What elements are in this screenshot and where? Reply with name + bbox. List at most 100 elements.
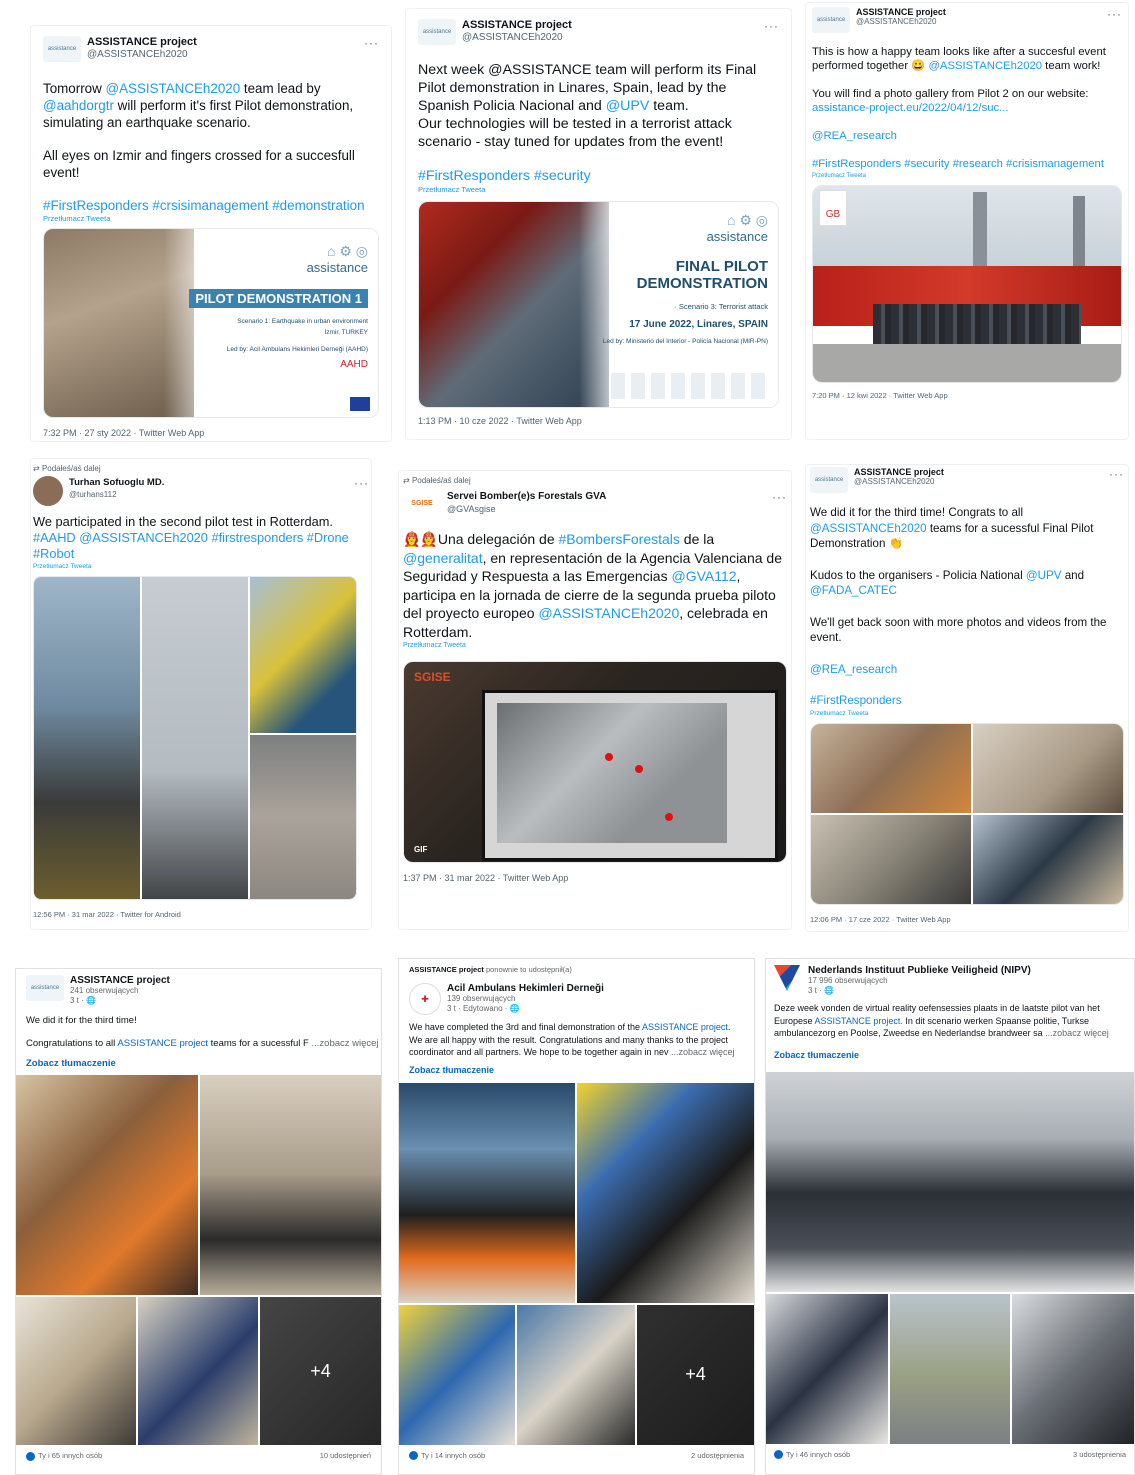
reactions-count[interactable]: Ty i 14 innych osób — [409, 1451, 485, 1461]
gif-badge[interactable]: GIF — [414, 845, 427, 854]
author-name[interactable]: ASSISTANCE project — [854, 467, 944, 477]
more-options-icon[interactable]: ··· — [1107, 7, 1122, 21]
author-name[interactable]: ASSISTANCE project — [856, 7, 946, 17]
mention[interactable]: @ASSISTANCEh2020 — [810, 522, 927, 535]
see-more-link[interactable]: ...zobacz więcej — [1043, 1028, 1109, 1038]
project-link[interactable]: ASSISTANCE project. — [815, 1016, 903, 1026]
tweet-image[interactable]: ⌂ ⚙ ◎ assistance PILOT DEMONSTRATION 1 S… — [43, 228, 379, 418]
shares-count[interactable]: 3 udostępnienia — [1073, 1450, 1126, 1459]
reactions-count[interactable]: Ty i 65 innych osób — [26, 1451, 102, 1461]
more-options-icon[interactable]: ··· — [1109, 467, 1124, 481]
author-name[interactable]: Servei Bomber(e)s Forestals GVA — [447, 490, 606, 503]
mention[interactable]: @FADA_CATEC — [810, 584, 897, 597]
mention[interactable]: @ASSISTANCEh2020 — [928, 60, 1042, 72]
mention[interactable]: @generalitat — [403, 550, 483, 566]
tweet-timestamp[interactable]: 7:32 PM · 27 sty 2022 · Twitter Web App — [43, 428, 379, 438]
more-photos-overlay[interactable]: +4 — [260, 1297, 381, 1445]
more-options-icon[interactable]: ··· — [764, 19, 779, 33]
translate-link[interactable]: Przetłumacz Tweeta — [43, 214, 379, 224]
author-name[interactable]: ASSISTANCE project — [87, 36, 197, 49]
tweet-image-collage[interactable] — [810, 722, 1124, 905]
tweet-header: assistance ASSISTANCE project @ASSISTANC… — [43, 36, 379, 62]
tweet-header: SGISE Servei Bomber(e)s Forestals GVA @G… — [403, 490, 787, 516]
aahd-logo[interactable]: ✚ — [409, 983, 441, 1015]
reactions-count[interactable]: Ty i 46 innych osób — [774, 1450, 850, 1460]
mention[interactable]: @REA_research — [810, 662, 1124, 678]
see-translation-link[interactable]: Zobacz tłumaczenie — [409, 1065, 744, 1075]
hashtags[interactable]: #FirstResponders #security — [418, 167, 779, 185]
tweet-turhan: ⇄ Podałeś/aś dalej Turhan Sofuoglu MD. @… — [30, 458, 372, 930]
rescue-photo-1 — [16, 1075, 198, 1295]
more-options-icon[interactable]: ··· — [364, 36, 379, 50]
post-image-grid[interactable]: +4 — [399, 1082, 754, 1445]
tweet-image[interactable]: ⌂ ⚙ ◎ assistance FINAL PILOT DEMONSTRATI… — [418, 201, 779, 408]
author-handle[interactable]: @ASSISTANCEh2020 — [856, 17, 946, 27]
mention[interactable]: @aahdorgtr — [43, 98, 114, 113]
hashtags[interactable]: #AAHD @ASSISTANCEh2020 #firstresponders … — [33, 530, 352, 561]
shares-count[interactable]: 10 udostępnień — [320, 1451, 371, 1460]
sgise-logo[interactable]: SGISE — [403, 490, 441, 516]
tweet-timestamp[interactable]: 1:37 PM · 31 mar 2022 · Twitter Web App — [403, 873, 787, 883]
translate-link[interactable]: Przetłumacz Tweeta — [810, 709, 1124, 719]
see-more-link[interactable]: ...zobacz więcej — [669, 1047, 735, 1057]
tweet-image[interactable]: GB — [812, 185, 1122, 383]
avatar[interactable] — [33, 476, 63, 506]
author-name[interactable]: Acil Ambulans Hekimleri Derneği — [447, 983, 604, 994]
mention[interactable]: @GVA112 — [671, 568, 736, 584]
author-name[interactable]: ASSISTANCE project — [462, 19, 572, 32]
tweet-timestamp[interactable]: 1:13 PM · 10 cze 2022 · Twitter Web App — [418, 416, 779, 426]
more-photos-overlay[interactable]: +4 — [637, 1304, 754, 1445]
more-options-icon[interactable]: ··· — [772, 490, 787, 504]
shares-count[interactable]: 2 udostępnienia — [691, 1451, 744, 1460]
tweet-final-pilot: assistance ASSISTANCE project @ASSISTANC… — [405, 8, 792, 440]
translate-link[interactable]: Przetłumacz Tweeta — [418, 185, 779, 195]
see-translation-link[interactable]: Zobacz tłumaczenie — [26, 1058, 371, 1069]
website-link[interactable]: assistance-project.eu/2022/04/12/suc... — [812, 102, 1009, 114]
mention[interactable]: @REA_research — [812, 129, 1122, 143]
author-name[interactable]: Nederlands Instituut Publieke Veiligheid… — [808, 965, 1031, 976]
project-link[interactable]: ASSISTANCE project — [642, 1022, 728, 1032]
hashtags[interactable]: #FirstResponders #crsisimanagement #demo… — [43, 197, 379, 214]
post-image-grid[interactable] — [766, 1071, 1134, 1444]
post-header: ✚ Acil Ambulans Hekimleri Derneği 139 ob… — [409, 983, 744, 1015]
tweet-timestamp[interactable]: 12:56 PM · 31 mar 2022 · Twitter for And… — [33, 910, 369, 919]
nipv-logo[interactable] — [774, 965, 800, 991]
translate-link[interactable]: Przetłumacz Tweeta — [33, 562, 369, 572]
author-handle[interactable]: @turhans112 — [69, 489, 164, 501]
mention[interactable]: @UPV — [1026, 569, 1062, 582]
assistance-logo[interactable]: assistance — [43, 36, 81, 62]
more-options-icon[interactable]: ··· — [354, 476, 369, 490]
project-link[interactable]: ASSISTANCE project — [117, 1038, 208, 1049]
author-name[interactable]: ASSISTANCE project — [70, 975, 170, 986]
author-handle[interactable]: @ASSISTANCEh2020 — [87, 49, 197, 61]
hashtags[interactable]: #FirstResponders #security #research #cr… — [812, 157, 1122, 171]
assistance-logo[interactable]: assistance — [26, 975, 64, 1001]
author-handle[interactable]: @ASSISTANCEh2020 — [854, 477, 944, 487]
post-image-grid[interactable]: +4 — [16, 1075, 381, 1445]
author-handle[interactable]: @GVAsgise — [447, 503, 606, 515]
follower-count: 241 obserwujących — [70, 986, 139, 995]
assistance-logo[interactable]: assistance — [810, 467, 848, 493]
tweet-image-collage[interactable] — [33, 576, 357, 900]
author-handle[interactable]: @ASSISTANCEh2020 — [462, 32, 572, 44]
mention[interactable]: @ASSISTANCEh2020 — [538, 605, 679, 621]
assistance-logo[interactable]: assistance — [812, 7, 850, 33]
translate-link[interactable]: Przetłumacz Tweeta — [812, 171, 1122, 181]
mention[interactable]: @UPV — [606, 98, 650, 114]
gb-logo: GB — [819, 190, 847, 226]
poster: ⌂ ⚙ ◎ assistance FINAL PILOT DEMONSTRATI… — [602, 212, 768, 345]
translate-link[interactable]: Przetłumacz Tweeta — [403, 641, 787, 651]
robot-photo — [200, 1075, 381, 1295]
hashtags[interactable]: #FirstResponders — [810, 693, 1124, 709]
tweet-gif[interactable]: SGISE GIF — [403, 661, 787, 863]
eu-flag-icon — [350, 397, 370, 411]
vr-photo-2 — [890, 1293, 1010, 1444]
mention[interactable]: @ASSISTANCEh2020 — [106, 81, 241, 96]
see-translation-link[interactable]: Zobacz tłumaczenie — [774, 1050, 1126, 1060]
assistance-logo[interactable]: assistance — [418, 19, 456, 45]
see-more-link[interactable]: ...zobacz więcej — [309, 1038, 378, 1049]
tweet-timestamp[interactable]: 12:06 PM · 17 cze 2022 · Twitter Web App — [810, 915, 1124, 924]
hashtag[interactable]: #BombersForestals — [559, 531, 680, 547]
author-name[interactable]: Turhan Sofuoglu MD. — [69, 476, 164, 489]
tweet-timestamp[interactable]: 7:20 PM · 12 kwi 2022 · Twitter Web App — [812, 391, 1122, 400]
